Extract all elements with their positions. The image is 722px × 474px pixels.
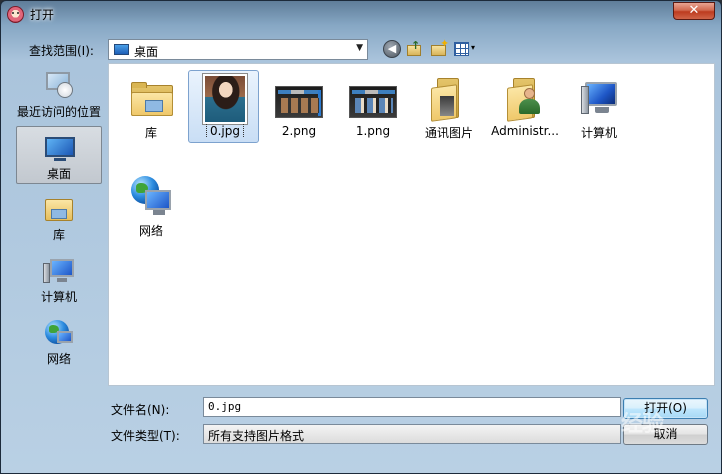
filetype-label: 文件类型(T):	[111, 429, 180, 443]
network-icon	[43, 317, 75, 349]
user-folder-icon	[501, 74, 549, 122]
computer-icon	[43, 255, 75, 287]
filetype-select[interactable]: 所有支持图片格式	[203, 424, 621, 444]
window-title: 打开	[30, 8, 55, 22]
file-list[interactable]: 库 0.jpg 2.png 1.png 通讯图片 Administr... 计算…	[108, 63, 715, 386]
toolbar: 查找范围(I): 桌面 ▼ ◀ ↑ ✦ ▾	[1, 37, 721, 63]
file-label: 计算机	[580, 126, 617, 140]
chevron-down-icon: ▾	[471, 43, 476, 52]
file-item[interactable]: 1.png	[335, 70, 411, 144]
file-label: 通讯图片	[424, 126, 473, 140]
file-label: 2.png	[281, 124, 317, 138]
libraries-icon	[43, 193, 75, 225]
file-item[interactable]: 计算机	[561, 70, 637, 144]
desktop-icon	[44, 132, 76, 164]
network-icon	[127, 172, 175, 220]
filename-input[interactable]: 0.jpg	[203, 397, 621, 417]
place-recent[interactable]: 最近访问的位置	[16, 65, 102, 123]
back-button[interactable]: ◀	[383, 40, 401, 58]
recent-places-icon	[43, 70, 75, 102]
place-label: 网络	[46, 352, 71, 366]
file-label: 0.jpg	[187, 124, 263, 138]
place-libraries[interactable]: 库	[16, 188, 102, 246]
libraries-folder-icon	[127, 74, 175, 122]
watermark: 经验	[621, 412, 664, 437]
chevron-down-icon[interactable]: ▼	[356, 43, 363, 53]
file-item[interactable]: 网络	[113, 168, 189, 242]
file-item[interactable]: 通讯图片	[411, 70, 487, 144]
place-network[interactable]: 网络	[16, 312, 102, 370]
place-label: 桌面	[46, 167, 71, 181]
up-arrow-icon: ↑	[411, 39, 421, 52]
title-bar[interactable]: 打开 ✕	[1, 1, 721, 29]
app-icon	[7, 6, 24, 23]
file-item-selected[interactable]: 0.jpg	[187, 70, 263, 144]
file-label: 1.png	[355, 124, 391, 138]
filename-label: 文件名(N):	[111, 403, 170, 417]
place-label: 库	[52, 228, 65, 242]
up-folder-button[interactable]: ↑	[406, 39, 424, 58]
place-desktop[interactable]: 桌面	[16, 126, 102, 184]
file-label: 库	[144, 126, 157, 140]
computer-icon	[575, 74, 623, 122]
file-item[interactable]: 库	[113, 70, 189, 144]
file-item[interactable]: 2.png	[261, 70, 337, 144]
look-in-combobox[interactable]: 桌面 ▼	[108, 39, 368, 60]
look-in-label: 查找范围(I):	[29, 44, 94, 58]
open-file-dialog: 打开 ✕ 查找范围(I): 桌面 ▼ ◀ ↑ ✦ ▾ 最近访问的位置 桌面 库 …	[0, 0, 722, 474]
places-bar: 最近访问的位置 桌面 库 计算机 网络	[13, 63, 106, 383]
file-label: 网络	[138, 224, 163, 238]
place-label: 计算机	[40, 290, 77, 304]
sparkle-icon: ✦	[440, 37, 450, 50]
folder-icon	[425, 74, 473, 122]
file-label: Administr...	[491, 124, 559, 138]
place-label: 最近访问的位置	[16, 105, 101, 119]
new-folder-button[interactable]: ✦	[430, 37, 450, 58]
image-thumbnail-icon	[275, 74, 323, 122]
look-in-value: 桌面	[134, 45, 159, 59]
desktop-icon	[114, 44, 129, 55]
place-computer[interactable]: 计算机	[16, 250, 102, 308]
close-button[interactable]: ✕	[673, 2, 715, 20]
photo-thumbnail-icon	[201, 74, 249, 124]
image-thumbnail-icon	[349, 74, 397, 122]
file-item[interactable]: Administr...	[487, 70, 563, 144]
view-grid-icon	[454, 42, 469, 56]
views-menu-button[interactable]: ▾	[453, 40, 479, 58]
